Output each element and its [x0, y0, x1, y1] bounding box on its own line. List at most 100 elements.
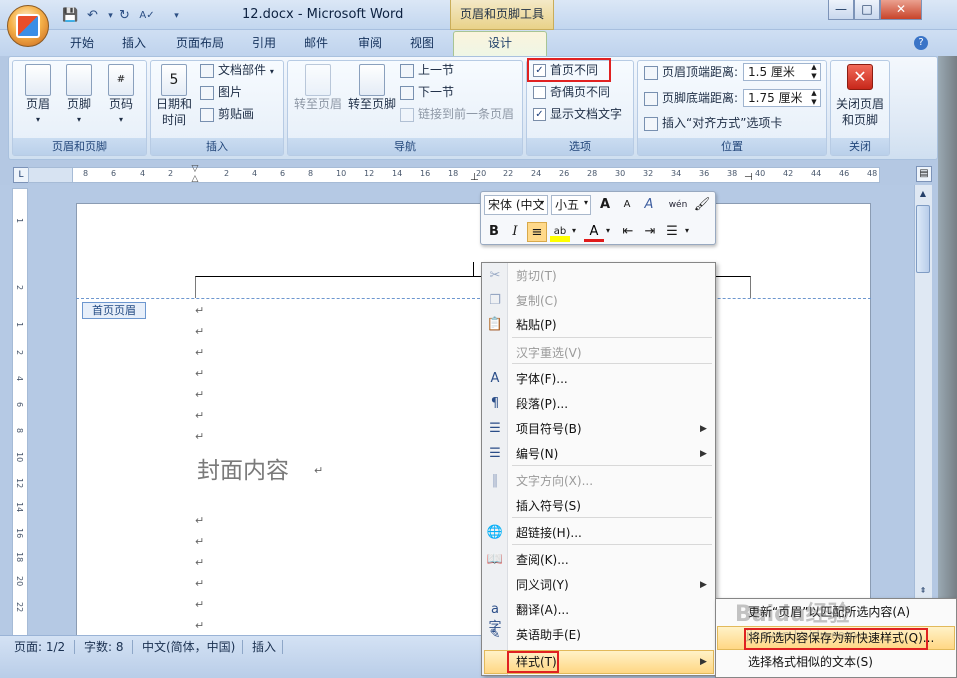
paragraph-mark: ↵: [195, 346, 205, 359]
tab-insert[interactable]: 插入: [116, 34, 152, 56]
cover-content-text[interactable]: 封面内容: [197, 451, 289, 485]
menu-item-13[interactable]: 同义词(Y): [508, 573, 714, 597]
tab-home[interactable]: 开始: [64, 34, 100, 56]
tab-selector[interactable]: L: [13, 167, 29, 183]
italic-button[interactable]: I: [505, 222, 525, 242]
vertical-ruler-tick-label: 10: [15, 452, 24, 463]
undo-icon[interactable]: ↶: [84, 7, 101, 24]
bullets-icon[interactable]: ☰: [662, 222, 682, 242]
ruler-tick-label: 46: [839, 169, 850, 178]
tab-mailings[interactable]: 邮件: [298, 34, 334, 56]
goto-footer-button[interactable]: 转至页脚: [345, 64, 399, 112]
alignment-tab-icon: [644, 116, 658, 131]
insert-alignment-tab-button[interactable]: 插入“对齐方式”选项卡: [644, 113, 782, 133]
menu-item-2[interactable]: 复制(C): [508, 289, 714, 313]
tab-view[interactable]: 视图: [404, 34, 440, 56]
page-number-button[interactable]: # 页码 ▾: [105, 64, 137, 128]
menu-item-7[interactable]: 项目符号(B): [508, 417, 714, 441]
menu-item-6[interactable]: 段落(P)...: [508, 392, 714, 416]
menu-item-5[interactable]: 字体(F)...: [508, 367, 714, 391]
close-window-button[interactable]: ✕: [880, 0, 922, 20]
checkbox-checked-icon: ✓: [533, 108, 546, 121]
submenu-arrow-icon: ▶: [700, 580, 707, 590]
status-language[interactable]: 中文(简体，中国): [142, 638, 235, 656]
scroll-thumb[interactable]: [916, 205, 930, 273]
menu-item-11[interactable]: 超链接(H)...: [508, 521, 714, 545]
show-document-text-checkbox[interactable]: ✓ 显示文档文字: [533, 104, 622, 124]
tab-review[interactable]: 审阅: [352, 34, 388, 56]
menu-item-3[interactable]: 粘贴(P): [508, 313, 714, 337]
link-to-previous-button[interactable]: 链接到前一条页眉: [400, 104, 514, 124]
indent-marker-icon[interactable]: ▽ △: [190, 164, 200, 186]
office-button[interactable]: [7, 5, 49, 47]
redo-icon[interactable]: ↻: [116, 7, 133, 24]
styles-icon[interactable]: A: [639, 195, 659, 215]
format-painter-qat-icon[interactable]: A✓: [136, 7, 158, 24]
menu-item-1[interactable]: 剪切(T): [508, 264, 714, 288]
menu-separator: [512, 465, 712, 466]
select-similar-text-item[interactable]: 选择格式相似的文本(S): [720, 651, 956, 673]
scroll-prev-page-icon[interactable]: ⇞: [916, 584, 930, 598]
tab-page-layout[interactable]: 页面布局: [170, 34, 230, 56]
paragraph-mark: ↵: [195, 619, 205, 632]
status-divider: [242, 640, 243, 654]
view-ruler-icon[interactable]: ▤: [916, 166, 932, 182]
context-tab-title: 页眉和页脚工具: [450, 0, 554, 30]
status-word-count[interactable]: 字数: 8: [84, 638, 124, 656]
vertical-ruler[interactable]: [12, 188, 28, 638]
group-label: 关闭: [831, 138, 889, 155]
menu-item-14[interactable]: 翻译(A)...: [508, 598, 714, 622]
font-color-icon[interactable]: A: [584, 222, 604, 242]
spinner-icon[interactable]: ▲ ▼: [807, 63, 821, 81]
close-header-footer-button[interactable]: ✕ 关闭页眉 和页脚: [832, 64, 888, 128]
date-time-button[interactable]: 5 日期和 时间: [154, 64, 194, 128]
grow-font-button[interactable]: A: [595, 195, 615, 215]
ruler-tick-label: 24: [531, 169, 542, 178]
increase-indent-icon[interactable]: ⇥: [640, 222, 660, 242]
header-button[interactable]: 页眉 ▾: [22, 64, 54, 128]
tab-references[interactable]: 引用: [246, 34, 282, 56]
menu-item-12[interactable]: 查阅(K)...: [508, 548, 714, 572]
minimize-button[interactable]: —: [828, 0, 854, 20]
header-distance-icon: [644, 65, 658, 80]
center-align-icon[interactable]: ≡: [527, 222, 547, 242]
different-first-page-checkbox[interactable]: ✓ 首页不同: [533, 60, 598, 80]
doc-parts-button[interactable]: 文档部件 ▾: [200, 60, 274, 80]
menu-item-10[interactable]: 插入符号(S): [508, 494, 714, 518]
spinner-icon[interactable]: ▲ ▼: [807, 89, 821, 107]
menu-item-9[interactable]: 文字方向(X)...: [508, 469, 714, 493]
prev-section-button[interactable]: 上一节: [400, 60, 454, 80]
vertical-ruler-tick-label: 6: [15, 402, 24, 408]
scroll-up-icon[interactable]: ▲: [916, 187, 930, 201]
help-icon[interactable]: ?: [914, 36, 928, 50]
shrink-font-button[interactable]: A: [617, 195, 637, 215]
highlight-icon[interactable]: ab: [550, 222, 570, 242]
picture-button[interactable]: 图片: [200, 82, 242, 102]
menu-item-4[interactable]: 汉字重选(V): [508, 341, 714, 365]
maximize-button[interactable]: □: [854, 0, 880, 20]
format-painter-icon[interactable]: 🖌: [692, 195, 712, 215]
close-header-footer-label-2: 和页脚: [841, 113, 878, 127]
center-tab-icon[interactable]: ⊥: [470, 172, 479, 183]
customize-qat-icon[interactable]: ▾: [168, 7, 185, 24]
menu-item-15[interactable]: 英语助手(E): [508, 623, 714, 647]
status-insert-mode[interactable]: 插入: [252, 638, 276, 656]
menu-separator: [512, 544, 712, 545]
bold-button[interactable]: B: [484, 222, 504, 242]
clip-art-button[interactable]: 剪贴画: [200, 104, 254, 124]
decrease-indent-icon[interactable]: ⇤: [618, 222, 638, 242]
phonetic-guide-icon[interactable]: wén: [668, 195, 688, 215]
save-icon[interactable]: 💾: [62, 7, 79, 24]
next-section-button[interactable]: 下一节: [400, 82, 454, 102]
font-name-select[interactable]: 宋体 (中文: [484, 195, 548, 215]
status-page[interactable]: 页面: 1/2: [14, 638, 65, 656]
status-divider: [132, 640, 133, 654]
goto-header-label: 转至页眉: [293, 97, 342, 111]
tab-design[interactable]: 设计: [453, 31, 547, 57]
menu-item-8[interactable]: 编号(N): [508, 442, 714, 466]
right-tab-icon[interactable]: ⊣: [744, 172, 753, 183]
goto-header-button[interactable]: 转至页眉: [291, 64, 345, 112]
different-odd-even-checkbox[interactable]: 奇偶页不同: [533, 82, 610, 102]
footer-button[interactable]: 页脚 ▾: [63, 64, 95, 128]
vertical-ruler-tick-label: 2: [15, 350, 24, 356]
